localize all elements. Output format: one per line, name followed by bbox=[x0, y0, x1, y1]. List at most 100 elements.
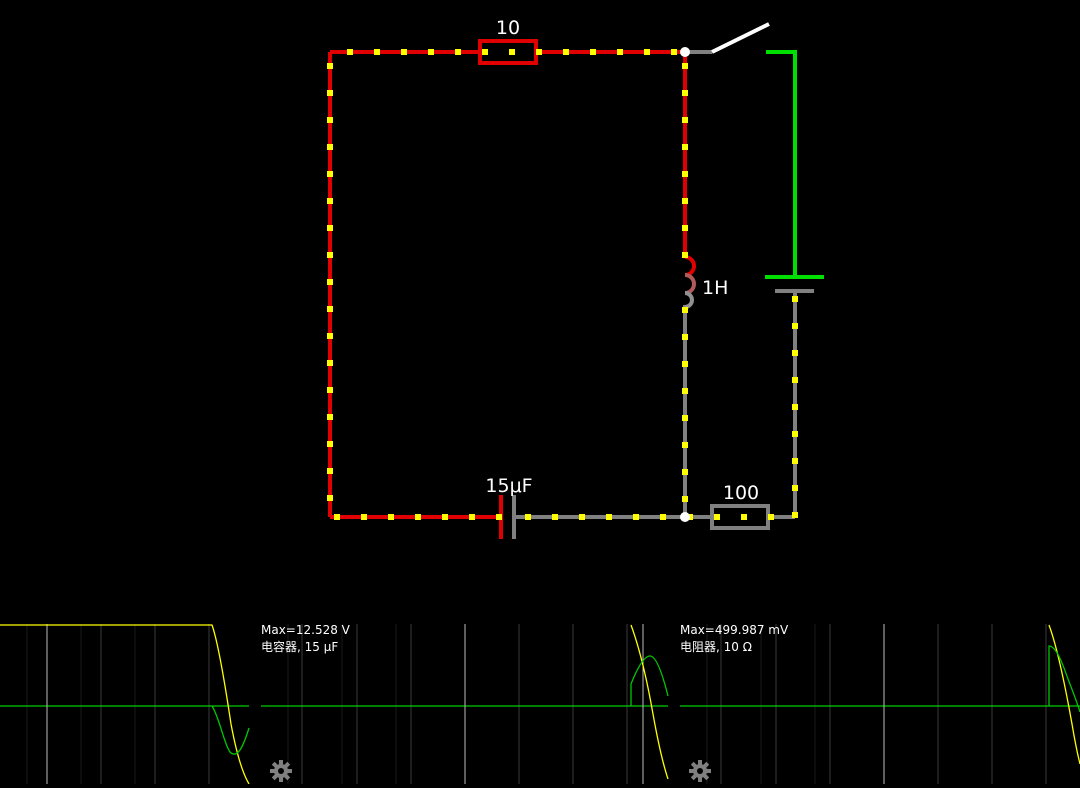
scope-panel[interactable]: Max=12.528 V 电容器, 15 μF Max=499.987 mV 电… bbox=[0, 622, 1080, 785]
scope1-current-trace bbox=[211, 705, 250, 755]
scope1-voltage-trace bbox=[0, 624, 250, 785]
scope2-name: 电阻器, 10 Ω bbox=[680, 640, 752, 654]
current-dot bbox=[682, 117, 688, 123]
current-dot bbox=[792, 377, 798, 383]
scope2-info: Max=499.987 mV 电阻器, 10 Ω bbox=[680, 622, 788, 656]
battery[interactable] bbox=[765, 275, 824, 293]
current-dot bbox=[682, 307, 688, 313]
current-dot bbox=[792, 431, 798, 437]
current-dot bbox=[327, 144, 333, 150]
current-dot bbox=[347, 49, 353, 55]
resistor-top-label: 10 bbox=[496, 17, 520, 39]
current-dot bbox=[682, 63, 688, 69]
current-dot bbox=[374, 49, 380, 55]
current-dot bbox=[590, 49, 596, 55]
current-dot bbox=[334, 514, 340, 520]
scope3-voltage-trace bbox=[1048, 624, 1080, 765]
current-dot bbox=[327, 441, 333, 447]
current-dot bbox=[415, 514, 421, 520]
scope-graphs[interactable] bbox=[0, 624, 1080, 785]
current-dot bbox=[327, 171, 333, 177]
current-dot bbox=[682, 252, 688, 258]
scope3-current-trace bbox=[1048, 645, 1080, 713]
resistor-top[interactable]: 10 bbox=[478, 17, 538, 65]
current-dot bbox=[741, 514, 747, 520]
current-dot bbox=[606, 514, 612, 520]
current-dot bbox=[682, 225, 688, 231]
current-dot bbox=[455, 49, 461, 55]
scope1-name: 电容器, 15 μF bbox=[261, 640, 339, 654]
current-dot bbox=[327, 414, 333, 420]
current-dot bbox=[327, 495, 333, 501]
current-dot bbox=[327, 468, 333, 474]
current-dot bbox=[482, 49, 488, 55]
current-dot bbox=[714, 514, 720, 520]
current-dot bbox=[327, 63, 333, 69]
current-dot bbox=[633, 514, 639, 520]
current-dot bbox=[327, 198, 333, 204]
current-dot bbox=[682, 90, 688, 96]
current-dot bbox=[401, 49, 407, 55]
current-dot bbox=[327, 279, 333, 285]
current-dot bbox=[469, 514, 475, 520]
junction-node[interactable] bbox=[680, 512, 690, 522]
current-dot bbox=[428, 49, 434, 55]
current-dot bbox=[563, 49, 569, 55]
current-dot bbox=[327, 306, 333, 312]
scope1-max: Max=12.528 V bbox=[261, 623, 350, 637]
current-dot bbox=[660, 514, 666, 520]
current-dot bbox=[327, 360, 333, 366]
junction-node[interactable] bbox=[680, 47, 690, 57]
current-dot bbox=[682, 442, 688, 448]
scope2-voltage-trace bbox=[630, 624, 669, 780]
current-dot bbox=[327, 90, 333, 96]
current-dot bbox=[327, 333, 333, 339]
current-dot bbox=[536, 49, 542, 55]
wire-right-upper[interactable] bbox=[766, 50, 797, 276]
scope2-max: Max=499.987 mV bbox=[680, 623, 789, 637]
switch[interactable] bbox=[685, 22, 770, 54]
current-dot bbox=[509, 49, 515, 55]
resistor-bottom[interactable]: 100 bbox=[710, 482, 770, 530]
current-dot bbox=[442, 514, 448, 520]
current-dot bbox=[792, 350, 798, 356]
current-dot bbox=[644, 49, 650, 55]
current-dot bbox=[792, 404, 798, 410]
current-dot bbox=[617, 49, 623, 55]
capacitor[interactable]: 15μF bbox=[485, 475, 533, 539]
current-dot bbox=[327, 252, 333, 258]
current-dot bbox=[682, 198, 688, 204]
current-dot bbox=[525, 514, 531, 520]
capacitor-label: 15μF bbox=[485, 475, 532, 497]
current-dot bbox=[682, 334, 688, 340]
inductor-label: 1H bbox=[702, 277, 728, 299]
current-dot bbox=[792, 485, 798, 491]
current-dot bbox=[552, 514, 558, 520]
current-dot bbox=[682, 388, 688, 394]
current-dot bbox=[682, 144, 688, 150]
current-dot bbox=[682, 361, 688, 367]
current-dot bbox=[682, 496, 688, 502]
current-dot bbox=[682, 415, 688, 421]
scope1-info: Max=12.528 V 电容器, 15 μF bbox=[261, 622, 350, 656]
circuit-canvas[interactable]: 10 1H 15μF 100 bbox=[0, 0, 1080, 624]
current-dot bbox=[682, 171, 688, 177]
gear-icon[interactable] bbox=[269, 759, 293, 783]
current-dot bbox=[671, 49, 677, 55]
current-dot bbox=[792, 323, 798, 329]
current-dot bbox=[682, 469, 688, 475]
current-dot bbox=[792, 458, 798, 464]
current-dot bbox=[579, 514, 585, 520]
current-dot bbox=[327, 387, 333, 393]
inductor[interactable]: 1H bbox=[684, 255, 728, 309]
current-dot bbox=[792, 512, 798, 518]
resistor-bottom-label: 100 bbox=[723, 482, 759, 504]
current-dot bbox=[388, 514, 394, 520]
current-dot bbox=[792, 296, 798, 302]
current-dot bbox=[768, 514, 774, 520]
current-dot bbox=[327, 225, 333, 231]
current-dot bbox=[327, 117, 333, 123]
current-dot bbox=[361, 514, 367, 520]
current-dot bbox=[496, 514, 502, 520]
gear-icon[interactable] bbox=[688, 759, 712, 783]
